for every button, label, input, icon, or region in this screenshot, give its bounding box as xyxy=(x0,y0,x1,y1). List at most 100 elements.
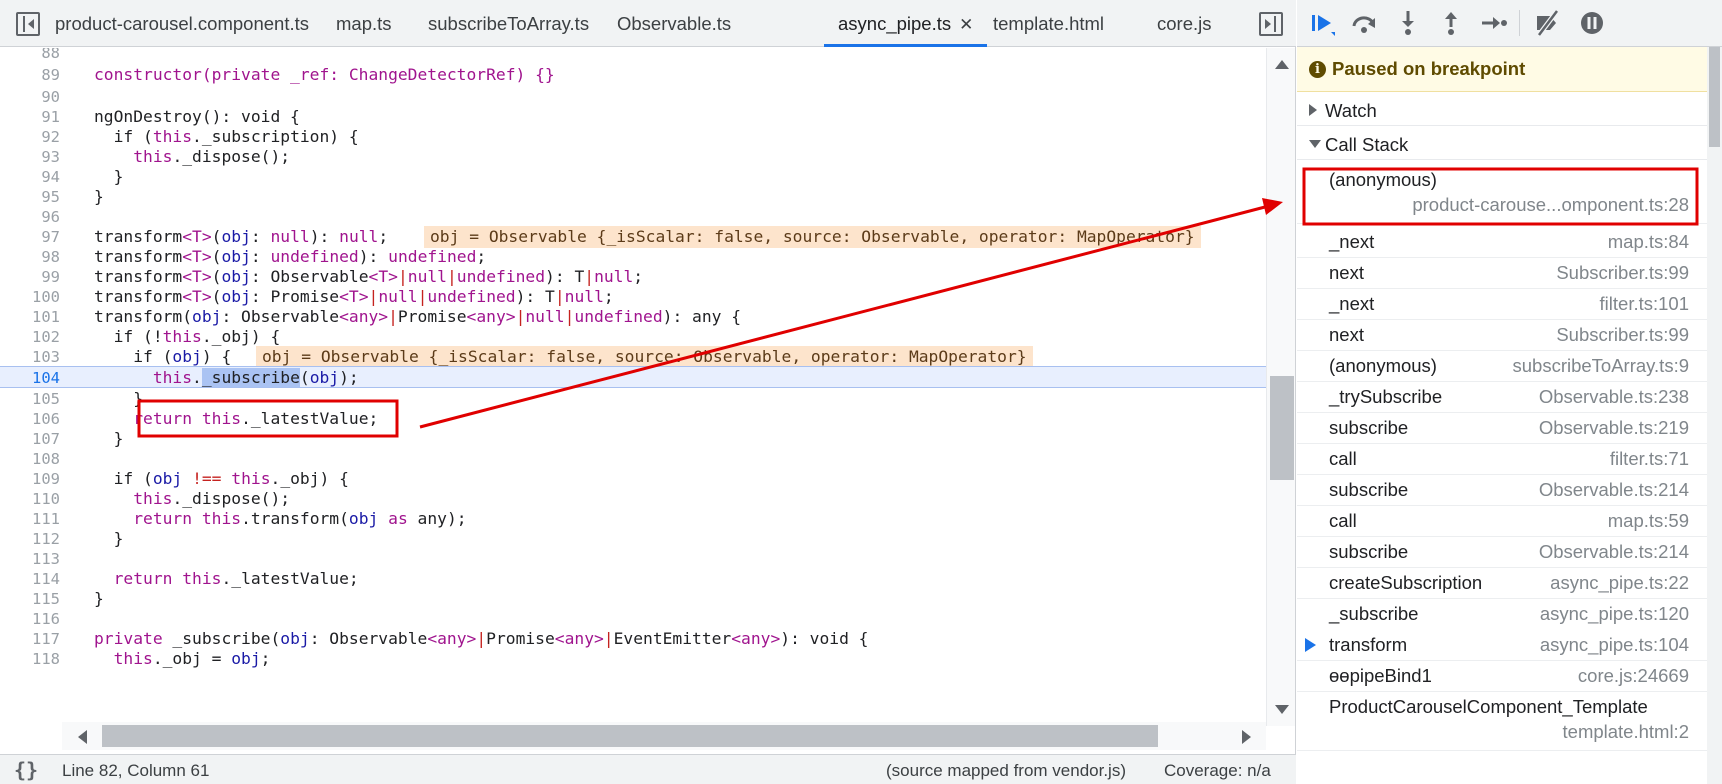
toggle-debugger-icon[interactable] xyxy=(1259,12,1283,36)
sidebar-scrollbar[interactable] xyxy=(1707,47,1722,784)
source-map-link[interactable]: (source mapped from vendor.js) xyxy=(886,761,1126,781)
code-line[interactable]: 93 this._dispose(); xyxy=(0,146,1268,168)
call-frame[interactable]: (anonymous) product-carouse...omponent.ts… xyxy=(1297,162,1707,224)
line-number[interactable]: 101 xyxy=(0,306,60,328)
call-frame[interactable]: subscribe Observable.ts:214 xyxy=(1297,472,1707,506)
frame-location[interactable]: product-carouse...omponent.ts:28 xyxy=(1412,194,1689,216)
scroll-up-icon[interactable] xyxy=(1275,60,1289,69)
step-icon[interactable] xyxy=(1479,8,1509,38)
line-number[interactable]: 112 xyxy=(0,528,60,550)
code-line[interactable]: 112 } xyxy=(0,528,1268,550)
line-number[interactable]: 116 xyxy=(0,608,60,630)
code-line[interactable]: 100 transform<T>(obj: Promise<T>|null|und… xyxy=(0,286,1268,308)
code-line[interactable]: 111 return this.transform(obj as any); xyxy=(0,508,1268,530)
close-tab-icon[interactable]: ✕ xyxy=(959,15,973,34)
code-line[interactable]: 106 return this._latestValue; xyxy=(0,408,1268,430)
resume-icon[interactable] xyxy=(1307,8,1337,38)
line-number[interactable]: 88 xyxy=(0,48,60,64)
pause-on-exceptions-icon[interactable] xyxy=(1577,8,1607,38)
line-number[interactable]: 95 xyxy=(0,186,60,208)
watch-section-header[interactable]: Watch xyxy=(1297,93,1707,126)
code-line[interactable]: 101 transform(obj: Observable<any>|Promis… xyxy=(0,306,1268,328)
call-frame[interactable]: call map.ts:59 xyxy=(1297,503,1707,537)
call-frame[interactable]: call filter.ts:71 xyxy=(1297,441,1707,475)
line-number[interactable]: 117 xyxy=(0,628,60,650)
toggle-navigator-icon[interactable] xyxy=(16,12,40,36)
frame-location[interactable]: async_pipe.ts:104 xyxy=(1540,634,1689,656)
call-frame[interactable]: next Subscriber.ts:99 xyxy=(1297,255,1707,289)
code-line[interactable]: 113 xyxy=(0,548,1268,570)
line-number[interactable]: 114 xyxy=(0,568,60,590)
expand-arrow-icon[interactable] xyxy=(1309,104,1317,116)
call-frame[interactable]: ProductCarouselComponent_Template templat… xyxy=(1297,689,1707,751)
line-number[interactable]: 100 xyxy=(0,286,60,308)
step-into-icon[interactable] xyxy=(1393,8,1423,38)
line-number[interactable]: 104 xyxy=(0,367,60,389)
frame-location[interactable]: filter.ts:101 xyxy=(1600,293,1689,315)
call-frame[interactable]: ɵɵpipeBind1 core.js:24669 xyxy=(1297,658,1707,692)
line-number[interactable]: 107 xyxy=(0,428,60,450)
line-number[interactable]: 118 xyxy=(0,648,60,670)
line-number[interactable]: 97 xyxy=(0,226,60,248)
call-frame[interactable]: subscribe Observable.ts:214 xyxy=(1297,534,1707,568)
tab-product-carousel-component[interactable]: product-carousel.component.ts xyxy=(41,0,323,47)
scroll-right-icon[interactable] xyxy=(1242,730,1251,744)
code-line[interactable]: 103 if (obj) {obj = Observable {_isScala… xyxy=(0,346,1268,368)
line-number[interactable]: 90 xyxy=(0,86,60,108)
line-number[interactable]: 105 xyxy=(0,388,60,410)
tab-subscribe-to-array[interactable]: subscribeToArray.ts xyxy=(414,0,603,47)
code-line[interactable]: 98 transform<T>(obj: undefined): undefine… xyxy=(0,246,1268,268)
call-stack-section-header[interactable]: Call Stack xyxy=(1297,127,1707,160)
frame-location[interactable]: subscribeToArray.ts:9 xyxy=(1513,355,1690,377)
line-number[interactable]: 115 xyxy=(0,588,60,610)
code-line[interactable]: 102 if (!this._obj) { xyxy=(0,326,1268,348)
tab-template[interactable]: template.html xyxy=(979,0,1118,47)
code-line[interactable]: 107 } xyxy=(0,428,1268,450)
collapse-arrow-icon[interactable] xyxy=(1309,140,1321,148)
frame-location[interactable]: async_pipe.ts:120 xyxy=(1540,603,1689,625)
code-line[interactable]: 115} xyxy=(0,588,1268,610)
code-line[interactable]: 117 private _subscribe(obj: Observable<an… xyxy=(0,628,1268,650)
line-number[interactable]: 113 xyxy=(0,548,60,570)
horizontal-scroll-thumb[interactable] xyxy=(102,725,1158,747)
call-frame[interactable]: _subscribe async_pipe.ts:120 xyxy=(1297,596,1707,630)
pretty-print-icon[interactable]: {} xyxy=(14,758,38,782)
call-frame[interactable]: _next map.ts:84 xyxy=(1297,224,1707,258)
frame-location[interactable]: template.html:2 xyxy=(1563,721,1689,743)
line-number[interactable]: 110 xyxy=(0,488,60,510)
call-frame[interactable]: createSubscription async_pipe.ts:22 xyxy=(1297,565,1707,599)
call-frame[interactable]: _trySubscribe Observable.ts:238 xyxy=(1297,379,1707,413)
line-number[interactable]: 98 xyxy=(0,246,60,268)
frame-location[interactable]: Observable.ts:219 xyxy=(1539,417,1689,439)
code-line[interactable]: 105 } xyxy=(0,388,1268,410)
step-over-icon[interactable] xyxy=(1349,8,1379,38)
tab-observable[interactable]: Observable.ts xyxy=(603,0,745,47)
call-frame[interactable]: (anonymous) subscribeToArray.ts:9 xyxy=(1297,348,1707,382)
code-line[interactable]: 118 this._obj = obj; xyxy=(0,648,1268,670)
frame-location[interactable]: Observable.ts:214 xyxy=(1539,479,1689,501)
call-frame[interactable]: subscribe Observable.ts:219 xyxy=(1297,410,1707,444)
code-line[interactable]: 96 xyxy=(0,206,1268,228)
frame-location[interactable]: core.js:24669 xyxy=(1578,665,1689,687)
code-editor[interactable]: 88 89 constructor(private _ref: ChangeDet… xyxy=(0,48,1268,726)
frame-location[interactable]: map.ts:59 xyxy=(1608,510,1689,532)
frame-location[interactable]: Observable.ts:214 xyxy=(1539,541,1689,563)
step-out-icon[interactable] xyxy=(1436,8,1466,38)
code-line[interactable]: 108 xyxy=(0,448,1268,470)
line-number[interactable]: 94 xyxy=(0,166,60,188)
line-number[interactable]: 91 xyxy=(0,106,60,128)
vertical-scrollbar[interactable] xyxy=(1266,48,1295,726)
frame-location[interactable]: Subscriber.ts:99 xyxy=(1556,324,1689,346)
code-line[interactable]: 89 constructor(private _ref: ChangeDetect… xyxy=(0,64,1268,86)
code-line[interactable]: 114 return this._latestValue; xyxy=(0,568,1268,590)
tab-map[interactable]: map.ts xyxy=(322,0,406,47)
horizontal-scrollbar[interactable] xyxy=(62,722,1266,750)
code-line[interactable]: 94 } xyxy=(0,166,1268,188)
line-number[interactable]: 89 xyxy=(0,64,60,86)
line-number[interactable]: 93 xyxy=(0,146,60,168)
frame-location[interactable]: map.ts:84 xyxy=(1608,231,1689,253)
line-number[interactable]: 106 xyxy=(0,408,60,430)
call-frame[interactable]: _next filter.ts:101 xyxy=(1297,286,1707,320)
tab-async-pipe[interactable]: async_pipe.ts ✕ xyxy=(824,0,988,47)
sidebar-scroll-thumb[interactable] xyxy=(1709,47,1720,147)
